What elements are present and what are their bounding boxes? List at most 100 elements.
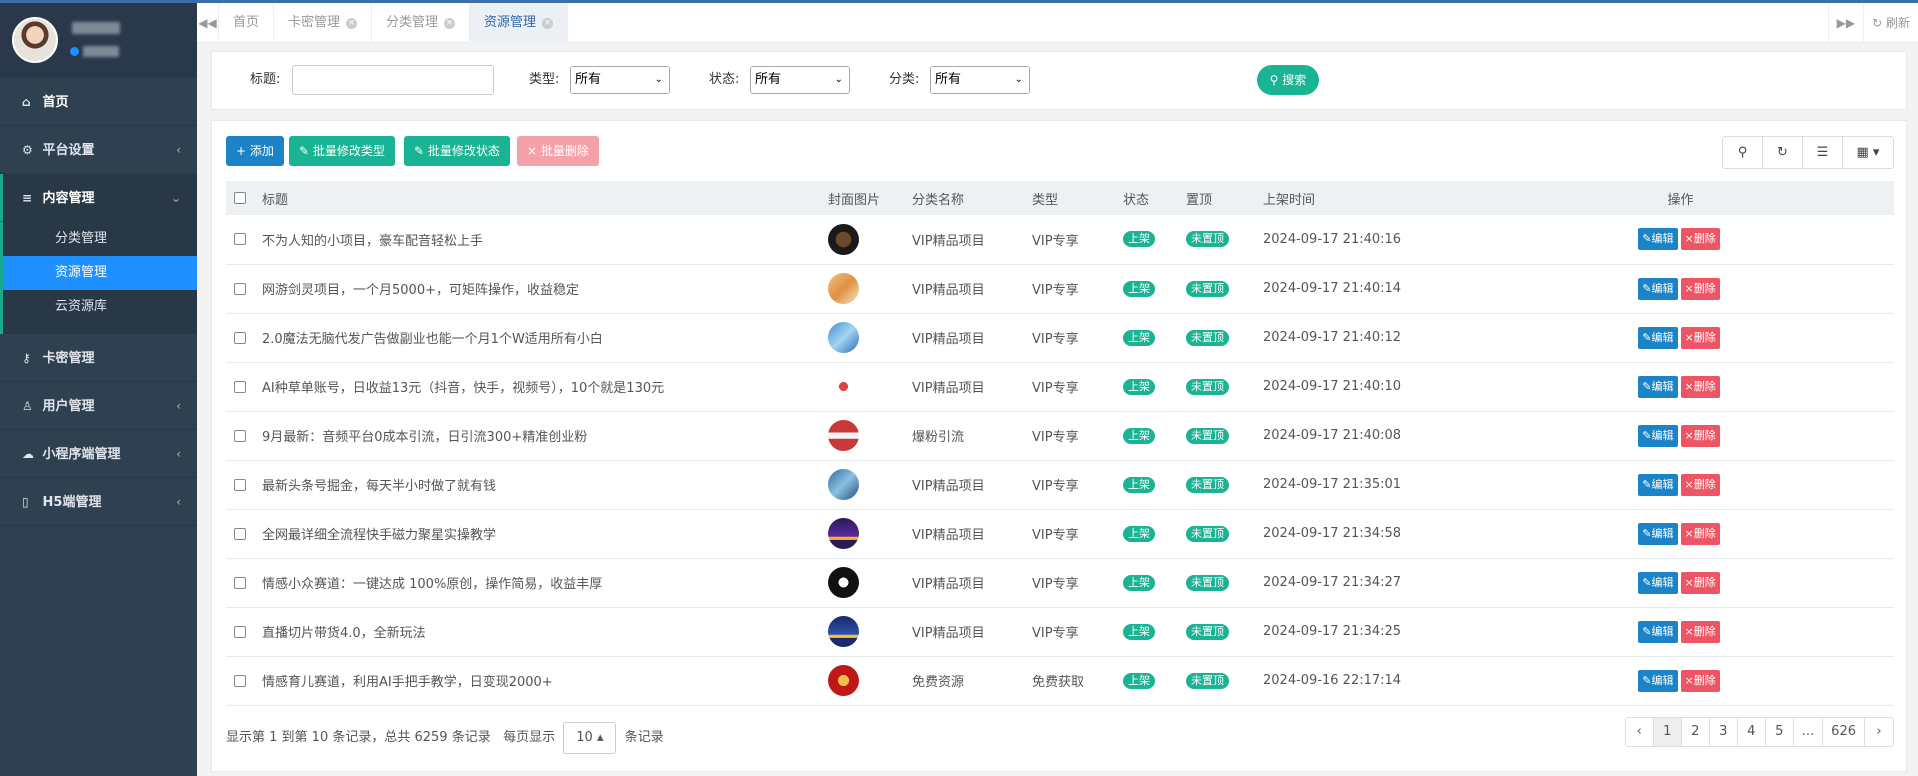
batch-edit-status-button[interactable]: ✎ 批量修改状态	[404, 136, 510, 166]
add-button[interactable]: + 添加	[226, 136, 284, 166]
top-badge[interactable]: 未置顶	[1186, 231, 1229, 248]
tabs-scroll-left-button[interactable]: ◀◀	[197, 3, 219, 43]
sidebar-subitem-resource[interactable]: 资源管理	[3, 256, 197, 290]
sidebar-item-content-management[interactable]: ≡ 内容管理 ⌄	[0, 174, 197, 222]
row-checkbox[interactable]	[234, 674, 246, 687]
top-badge[interactable]: 未置顶	[1186, 280, 1229, 297]
status-badge[interactable]: 上架	[1123, 574, 1155, 591]
delete-button[interactable]: ×删除	[1680, 522, 1720, 545]
status-badge[interactable]: 上架	[1123, 476, 1155, 493]
row-checkbox[interactable]	[234, 380, 246, 393]
title-input[interactable]	[292, 65, 494, 95]
edit-button[interactable]: ✎编辑	[1638, 326, 1678, 349]
cover-thumbnail[interactable]	[828, 665, 859, 696]
search-toggle-button[interactable]: ⚲	[1723, 137, 1763, 168]
batch-delete-button[interactable]: × 批量删除	[517, 136, 599, 166]
row-checkbox[interactable]	[234, 429, 246, 442]
page-button[interactable]: ...	[1794, 718, 1824, 746]
delete-button[interactable]: ×删除	[1680, 228, 1720, 251]
cover-thumbnail[interactable]	[828, 223, 859, 255]
page-button[interactable]: 1	[1653, 718, 1682, 746]
refresh-button[interactable]: ↻ 刷新	[1863, 3, 1918, 43]
status-badge[interactable]: 上架	[1123, 525, 1155, 542]
top-badge[interactable]: 未置顶	[1186, 329, 1229, 346]
edit-button[interactable]: ✎编辑	[1638, 424, 1678, 447]
page-button[interactable]: 626	[1823, 718, 1865, 746]
delete-button[interactable]: ×删除	[1680, 326, 1720, 349]
row-checkbox[interactable]	[234, 527, 246, 540]
row-checkbox[interactable]	[234, 331, 246, 344]
edit-button[interactable]: ✎编辑	[1638, 522, 1678, 545]
status-select[interactable]: 所有 ⌄	[750, 66, 850, 94]
row-checkbox[interactable]	[234, 478, 246, 491]
top-badge[interactable]: 未置顶	[1186, 476, 1229, 493]
status-badge[interactable]: 上架	[1123, 378, 1155, 395]
tab-resource-management[interactable]: 资源管理 ×	[470, 3, 569, 43]
sidebar-item-user-management[interactable]: ♙ 用户管理 ‹	[0, 382, 197, 430]
row-checkbox[interactable]	[234, 625, 246, 638]
delete-button[interactable]: ×删除	[1680, 424, 1720, 447]
cover-thumbnail[interactable]	[828, 420, 859, 451]
page-button[interactable]: 4	[1738, 718, 1766, 746]
sidebar-item-home[interactable]: ⌂ 首页	[0, 78, 197, 126]
edit-button[interactable]: ✎编辑	[1638, 620, 1678, 643]
next-page-button[interactable]: ›	[1865, 718, 1893, 746]
batch-edit-type-button[interactable]: ✎ 批量修改类型	[289, 136, 395, 166]
top-badge[interactable]: 未置顶	[1186, 672, 1229, 689]
status-badge[interactable]: 上架	[1123, 231, 1155, 248]
toggle-view-button[interactable]: ☰	[1803, 137, 1843, 168]
select-all-checkbox[interactable]	[234, 192, 246, 204]
sidebar-item-h5[interactable]: ▯ H5端管理 ‹	[0, 478, 197, 526]
tab-card-management[interactable]: 卡密管理 ×	[274, 3, 373, 43]
search-button[interactable]: ⚲ 搜索	[1257, 65, 1319, 95]
close-icon[interactable]: ×	[346, 18, 358, 29]
row-checkbox[interactable]	[234, 576, 246, 589]
edit-button[interactable]: ✎编辑	[1638, 277, 1678, 300]
col-title[interactable]: 标题	[254, 181, 820, 215]
cover-thumbnail[interactable]	[828, 371, 859, 402]
sidebar-subitem-category[interactable]: 分类管理	[3, 222, 197, 256]
edit-button[interactable]: ✎编辑	[1638, 473, 1678, 496]
status-badge[interactable]: 上架	[1123, 329, 1155, 346]
page-size-select[interactable]: 10 ▴	[563, 721, 617, 754]
tabs-scroll-right-button[interactable]: ▶▶	[1827, 3, 1863, 43]
delete-button[interactable]: ×删除	[1680, 571, 1720, 594]
category-select[interactable]: 所有 ⌄	[930, 66, 1030, 94]
delete-button[interactable]: ×删除	[1680, 620, 1720, 643]
row-checkbox[interactable]	[234, 233, 246, 246]
columns-button[interactable]: ▦ ▾	[1843, 137, 1893, 168]
cover-thumbnail[interactable]	[828, 567, 859, 598]
type-select[interactable]: 所有 ⌄	[570, 66, 670, 94]
status-badge[interactable]: 上架	[1123, 623, 1155, 640]
sidebar-subitem-cloud[interactable]: 云资源库	[3, 290, 197, 324]
edit-button[interactable]: ✎编辑	[1638, 228, 1678, 251]
close-icon[interactable]: ×	[542, 18, 554, 29]
sidebar-item-card-management[interactable]: ⚷ 卡密管理	[0, 334, 197, 382]
edit-button[interactable]: ✎编辑	[1638, 571, 1678, 594]
edit-button[interactable]: ✎编辑	[1638, 375, 1678, 398]
cover-thumbnail[interactable]	[828, 273, 859, 304]
delete-button[interactable]: ×删除	[1680, 277, 1720, 300]
cover-thumbnail[interactable]	[828, 518, 859, 549]
status-badge[interactable]: 上架	[1123, 427, 1155, 444]
status-badge[interactable]: 上架	[1123, 672, 1155, 689]
row-checkbox[interactable]	[234, 282, 246, 295]
top-badge[interactable]: 未置顶	[1186, 378, 1229, 395]
status-badge[interactable]: 上架	[1123, 280, 1155, 297]
top-badge[interactable]: 未置顶	[1186, 623, 1229, 640]
refresh-table-button[interactable]: ↻	[1763, 137, 1803, 168]
delete-button[interactable]: ×删除	[1680, 669, 1720, 692]
delete-button[interactable]: ×删除	[1680, 375, 1720, 398]
close-icon[interactable]: ×	[444, 18, 456, 29]
cover-thumbnail[interactable]	[828, 616, 859, 647]
top-badge[interactable]: 未置顶	[1186, 574, 1229, 591]
page-button[interactable]: 5	[1766, 718, 1794, 746]
top-badge[interactable]: 未置顶	[1186, 525, 1229, 542]
top-badge[interactable]: 未置顶	[1186, 427, 1229, 444]
edit-button[interactable]: ✎编辑	[1638, 669, 1678, 692]
cover-thumbnail[interactable]	[828, 469, 859, 500]
delete-button[interactable]: ×删除	[1680, 473, 1720, 496]
sidebar-item-miniprogram[interactable]: ☁ 小程序端管理 ‹	[0, 430, 197, 478]
page-button[interactable]: 3	[1710, 718, 1738, 746]
tab-home[interactable]: 首页	[219, 3, 275, 43]
